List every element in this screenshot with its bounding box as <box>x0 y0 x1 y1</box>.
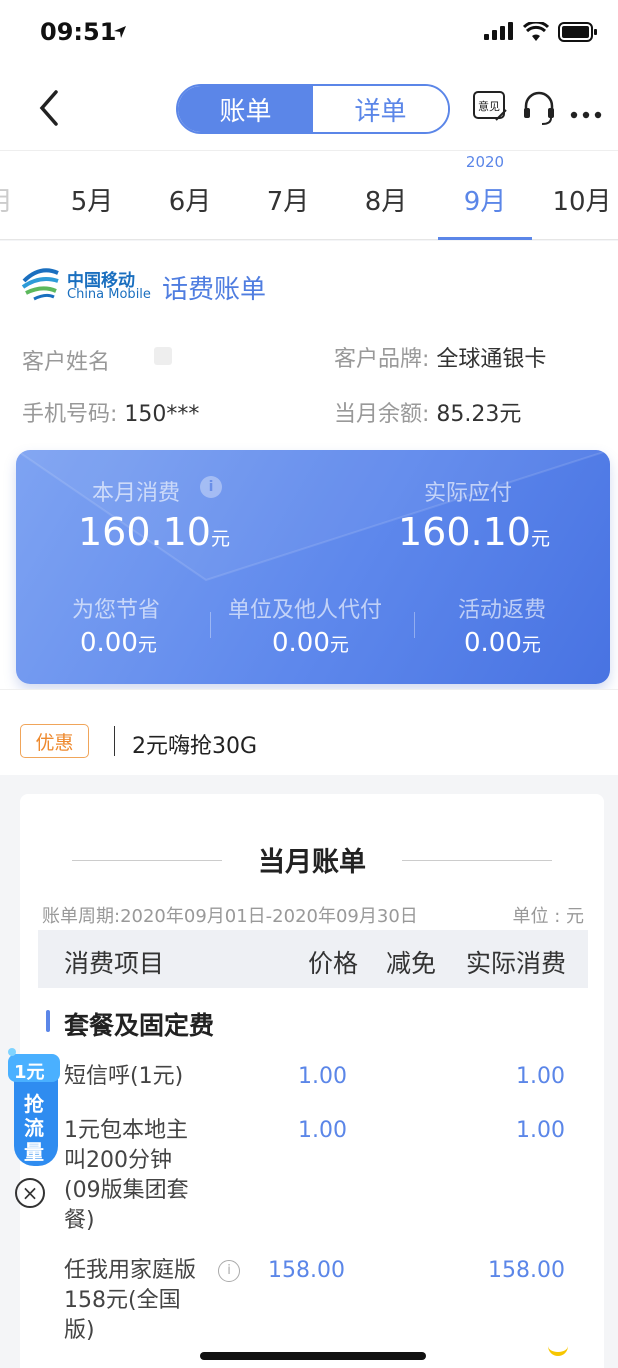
brand-name-en: China Mobile <box>67 287 151 302</box>
home-indicator[interactable] <box>200 1352 426 1360</box>
monthly-balance: 当月余额: 85.23元 <box>334 402 522 427</box>
section-marker <box>46 1010 50 1032</box>
bill-item-actual: 158.00 <box>488 1258 565 1283</box>
month-tab-partial[interactable]: 月 <box>0 181 40 218</box>
promo-text: 2元嗨抢30G <box>132 734 258 759</box>
actual-pay-label: 实际应付 <box>424 481 513 506</box>
feedback-label: 意见 <box>478 100 500 113</box>
month-tab[interactable]: 5月 <box>52 181 132 218</box>
month-spend-value: 160.10元 <box>78 510 230 554</box>
location-arrow-icon <box>113 24 127 43</box>
col-discount: 减免 <box>386 949 437 978</box>
info-icon[interactable]: i <box>200 476 222 498</box>
wifi-icon <box>522 20 550 46</box>
month-tab-active[interactable]: 9月 <box>445 181 525 218</box>
month-tab[interactable]: 10月 <box>542 181 618 218</box>
customer-service-icon[interactable] <box>522 90 556 130</box>
col-actual: 实际消费 <box>466 949 567 978</box>
clock: 09:51 <box>40 18 117 46</box>
col-item: 消费项目 <box>64 949 165 978</box>
rebate-value: 0.00元 <box>464 628 541 658</box>
actual-pay-value: 160.10元 <box>398 510 550 554</box>
bill-item-name: 1元包本地主 叫200分钟 (09版集团套 餐) <box>64 1118 189 1233</box>
more-icon[interactable] <box>570 104 602 123</box>
floater-amount: 1元 <box>14 1062 45 1083</box>
divider <box>210 612 211 638</box>
promo-banner[interactable]: 优惠 2元嗨抢30G <box>0 689 618 775</box>
table-header: 消费项目 价格 减免 实际消费 <box>38 930 588 988</box>
bill-item-name: 任我用家庭版 158元(全国 版) <box>64 1258 197 1343</box>
bill-detail-toggle: 账单 详单 <box>176 84 450 134</box>
year-label: 2020 <box>465 153 505 171</box>
section-title: 套餐及固定费 <box>64 1011 215 1040</box>
month-tab[interactable]: 6月 <box>150 181 230 218</box>
floater-text: 量 <box>24 1140 44 1164</box>
promo-badge: 优惠 <box>20 724 89 758</box>
bill-item-price: 158.00 <box>268 1258 345 1283</box>
bill-title: 话费账单 <box>162 275 267 305</box>
grab-data-floater[interactable]: 1元 抢 流 量 <box>6 1048 64 1168</box>
tab-detail[interactable]: 详单 <box>313 86 448 132</box>
customer-brand: 客户品牌: 全球通银卡 <box>334 347 547 372</box>
redacted-name <box>154 347 172 365</box>
nav-bar: 账单 详单 意见 <box>0 64 618 150</box>
bill-item-price: 1.00 <box>298 1118 347 1143</box>
bill-item-actual: 1.00 <box>516 1118 565 1143</box>
monthly-bill-sheet: 当月账单 账单周期:2020年09月01日-2020年09月30日 单位 : 元… <box>20 794 604 1368</box>
back-button[interactable] <box>30 86 70 130</box>
title-rule <box>402 860 552 861</box>
month-tab[interactable]: 7月 <box>248 181 328 218</box>
rebate-label: 活动返费 <box>458 598 547 623</box>
spend-summary-card: 本月消费 i 160.10元 实际应付 160.10元 为您节省 0.00元 单… <box>16 450 610 684</box>
customer-name-label: 客户姓名 <box>22 350 111 375</box>
close-floater-icon[interactable]: × <box>15 1178 45 1208</box>
bill-period: 账单周期:2020年09月01日-2020年09月30日 <box>42 906 418 927</box>
saved-value: 0.00元 <box>80 628 157 658</box>
col-price: 价格 <box>308 949 359 978</box>
bill-info-panel: 中国移动 China Mobile 话费账单 客户姓名 客户品牌: 全球通银卡 … <box>0 241 618 689</box>
bill-item-price: 1.00 <box>298 1064 347 1089</box>
proxy-label: 单位及他人代付 <box>228 598 383 623</box>
china-mobile-logo <box>20 263 62 307</box>
month-selector: 月 5月 6月 7月 8月 2020 9月 10月 <box>0 150 618 240</box>
info-icon[interactable]: i <box>218 1260 240 1282</box>
unit-label: 单位 : 元 <box>512 906 584 927</box>
feedback-button[interactable]: 意见 <box>472 90 508 128</box>
phone-number: 手机号码: 150*** <box>22 402 200 427</box>
cellular-signal-icon <box>484 22 514 44</box>
tab-bill[interactable]: 账单 <box>178 86 313 132</box>
divider <box>114 726 115 756</box>
active-month-indicator <box>438 237 532 240</box>
status-bar: 09:51 <box>0 0 618 64</box>
battery-icon <box>558 22 598 46</box>
proxy-value: 0.00元 <box>272 628 349 658</box>
month-spend-label: 本月消费 <box>92 481 181 506</box>
month-tab[interactable]: 8月 <box>346 181 426 218</box>
bill-item-actual: 1.00 <box>516 1064 565 1089</box>
saved-label: 为您节省 <box>72 598 161 623</box>
bill-item-name: 短信呼(1元) <box>64 1064 184 1089</box>
divider <box>414 612 415 638</box>
